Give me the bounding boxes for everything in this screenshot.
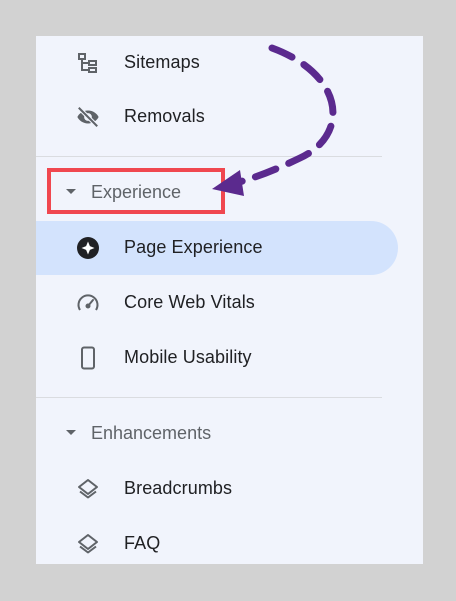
sidebar-nav: Sitemaps Removals Experience Page Experi… [36, 36, 423, 564]
sidebar-item-sitemaps[interactable]: Sitemaps [36, 36, 398, 90]
section-label: Experience [91, 182, 182, 202]
sidebar-item-label: Core Web Vitals [124, 292, 255, 312]
sidebar-item-core-web-vitals[interactable]: Core Web Vitals [36, 276, 398, 330]
sidebar-item-faq[interactable]: FAQ [36, 517, 398, 564]
sidebar-item-label: Mobile Usability [124, 347, 252, 367]
section-enhancements[interactable]: Enhancements [36, 414, 398, 454]
page-experience-icon [76, 236, 100, 260]
layers-icon [76, 477, 100, 501]
sidebar-item-page-experience[interactable]: Page Experience [36, 221, 398, 275]
section-label: Enhancements [91, 423, 212, 443]
caret-down-icon [66, 189, 76, 194]
section-experience[interactable]: Experience [36, 173, 398, 213]
sidebar-item-label: FAQ [124, 533, 161, 553]
sidebar-item-removals[interactable]: Removals [36, 90, 398, 144]
sitemap-icon [76, 51, 100, 75]
divider [36, 397, 382, 398]
sidebar-item-label: Removals [124, 106, 205, 126]
sidebar-item-label: Page Experience [124, 237, 263, 257]
caret-down-icon [66, 430, 76, 435]
smartphone-icon [76, 346, 100, 370]
layers-icon [76, 532, 100, 556]
sidebar-item-label: Breadcrumbs [124, 478, 233, 498]
speedometer-icon [76, 291, 100, 315]
sidebar-item-mobile-usability[interactable]: Mobile Usability [36, 331, 398, 385]
divider [36, 156, 382, 157]
sidebar-item-breadcrumbs[interactable]: Breadcrumbs [36, 462, 398, 516]
sidebar-item-label: Sitemaps [124, 52, 200, 72]
eye-off-icon [76, 105, 100, 129]
